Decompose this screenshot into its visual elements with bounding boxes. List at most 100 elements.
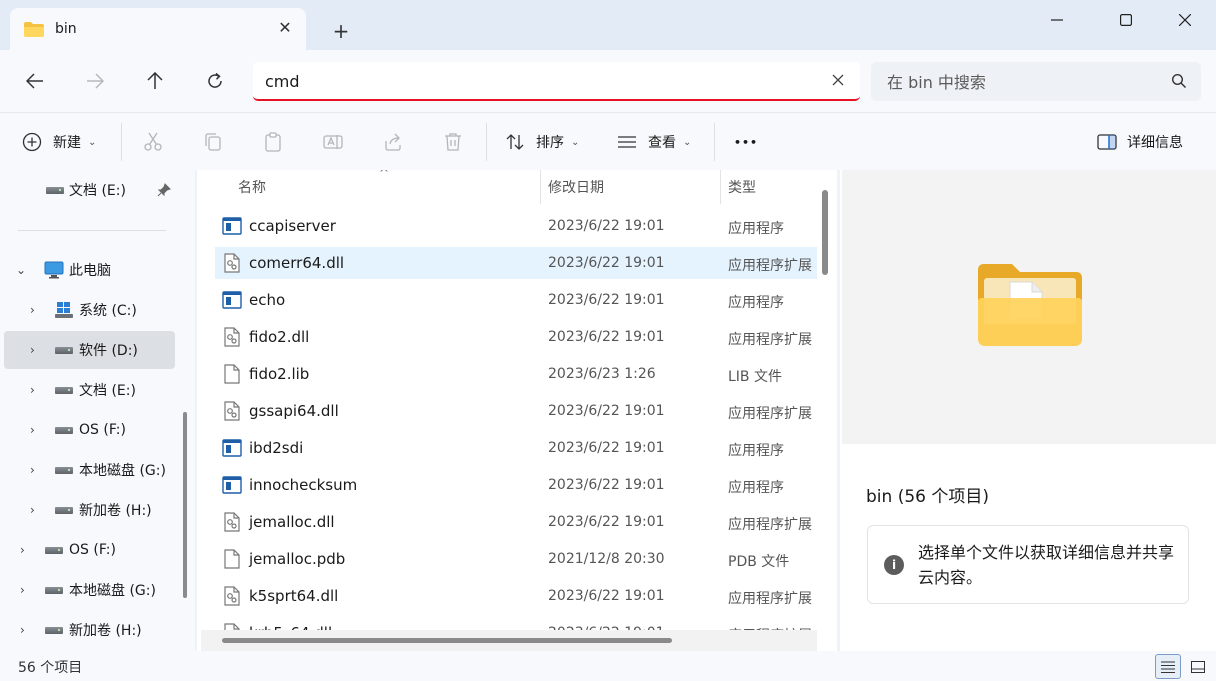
file-date: 2023/6/22 19:01 <box>548 440 665 456</box>
file-row[interactable]: comerr64.dll 2023/6/22 19:01 应用程序扩展 <box>215 247 817 279</box>
more-options-icon[interactable]: ••• <box>734 126 758 158</box>
preview-area <box>842 170 1216 444</box>
file-row[interactable]: innochecksum 2023/6/22 19:01 应用程序 <box>215 469 817 501</box>
nav-item-label: 文档 (E:) <box>79 383 136 399</box>
chevron-right-icon[interactable]: › <box>20 543 25 557</box>
new-button[interactable]: 新建 ⌄ <box>22 126 96 158</box>
minimize-button[interactable] <box>1034 4 1080 36</box>
refresh-button[interactable] <box>199 65 231 97</box>
file-name: ibd2sdi <box>249 439 304 457</box>
file-row[interactable]: ibd2sdi 2023/6/22 19:01 应用程序 <box>215 432 817 464</box>
clipboard-icon <box>265 132 281 152</box>
nav-scrollbar[interactable] <box>183 412 187 598</box>
file-row[interactable]: fido2.dll 2023/6/22 19:01 应用程序扩展 <box>215 321 817 353</box>
nav-item-label: 新加卷 (H:) <box>79 503 152 519</box>
chevron-right-icon[interactable]: › <box>20 583 25 597</box>
file-date: 2023/6/22 19:01 <box>548 255 665 271</box>
file-row[interactable]: jemalloc.pdb 2021/12/8 20:30 PDB 文件 <box>215 543 817 575</box>
file-name: echo <box>249 291 286 309</box>
nav-item-drive-e[interactable]: › 文档 (E:) <box>4 371 175 409</box>
nav-item-this-pc[interactable]: ⌄ 此电脑 <box>4 251 175 289</box>
file-row[interactable]: k5sprt64.dll 2023/6/22 19:01 应用程序扩展 <box>215 580 817 612</box>
file-row[interactable]: ccapiserver 2023/6/22 19:01 应用程序 <box>215 210 817 242</box>
thumbnail-view-button[interactable] <box>1185 654 1211 679</box>
search-box[interactable] <box>871 62 1201 101</box>
nav-item-drive-f[interactable]: › OS (F:) <box>4 411 175 449</box>
address-bar[interactable] <box>253 62 860 101</box>
back-button[interactable] <box>19 65 51 97</box>
new-tab-button[interactable]: + <box>328 18 354 44</box>
file-type: 应用程序扩展 <box>728 517 812 533</box>
file-name: fido2.lib <box>249 365 310 383</box>
chevron-right-icon[interactable]: › <box>20 623 25 637</box>
file-type: 应用程序扩展 <box>728 258 812 274</box>
paste-button[interactable] <box>263 126 283 158</box>
file-name: jemalloc.pdb <box>249 550 346 568</box>
pin-icon[interactable] <box>157 183 171 197</box>
file-row[interactable]: gssapi64.dll 2023/6/22 19:01 应用程序扩展 <box>215 395 817 427</box>
column-divider[interactable] <box>540 170 541 204</box>
sort-icon <box>506 134 524 150</box>
nav-item-drive-g[interactable]: › 本地磁盘 (G:) <box>4 451 175 489</box>
file-row[interactable]: jemalloc.dll 2023/6/22 19:01 应用程序扩展 <box>215 506 817 538</box>
application-icon <box>222 475 242 495</box>
file-date: 2023/6/22 19:01 <box>548 329 665 345</box>
share-button[interactable] <box>383 126 403 158</box>
file-date: 2021/12/8 20:30 <box>548 551 665 567</box>
drive-icon <box>55 426 73 434</box>
nav-divider <box>18 230 166 231</box>
column-header-date[interactable]: 修改日期 <box>548 170 604 204</box>
chevron-right-icon[interactable]: › <box>30 383 35 397</box>
forward-button[interactable] <box>79 65 111 97</box>
nav-item-network-g[interactable]: › 本地磁盘 (G:) <box>4 571 175 609</box>
details-view-button[interactable] <box>1155 654 1181 679</box>
close-button[interactable] <box>1162 4 1208 36</box>
chevron-right-icon[interactable]: › <box>30 463 35 477</box>
divider <box>714 123 715 161</box>
nav-item-drive-h[interactable]: › 新加卷 (H:) <box>4 491 175 529</box>
file-type: LIB 文件 <box>728 369 782 385</box>
maximize-button[interactable] <box>1103 4 1149 36</box>
drive-icon <box>55 346 73 354</box>
nav-item-pinned-documents[interactable]: 文档 (E:) <box>4 171 175 209</box>
chevron-right-icon[interactable]: › <box>30 503 35 517</box>
chevron-right-icon[interactable]: › <box>30 423 35 437</box>
nav-item-network-f[interactable]: › OS (F:) <box>4 531 175 569</box>
details-pane: bin (56 个项目) i 选择单个文件以获取详细信息并共享云内容。 <box>840 170 1216 651</box>
delete-button[interactable] <box>443 126 463 158</box>
column-header-type[interactable]: 类型 <box>728 170 756 204</box>
application-icon <box>222 290 242 310</box>
cut-button[interactable] <box>143 126 163 158</box>
rename-button[interactable] <box>323 126 343 158</box>
file-row[interactable]: fido2.lib 2023/6/23 1:26 LIB 文件 <box>215 358 817 390</box>
column-divider[interactable] <box>720 170 721 204</box>
tab-close-icon[interactable]: ✕ <box>274 17 296 39</box>
chevron-down-icon: ⌄ <box>683 136 692 148</box>
search-input[interactable] <box>887 69 1157 95</box>
nav-item-label: 文档 (E:) <box>69 183 126 199</box>
nav-item-drive-c[interactable]: › 系统 (C:) <box>4 291 175 329</box>
horizontal-scrollbar[interactable] <box>222 638 672 643</box>
nav-item-network-h[interactable]: › 新加卷 (H:) <box>4 611 175 649</box>
view-button[interactable]: 查看 ⌄ <box>617 126 691 158</box>
details-pane-button[interactable]: 详细信息 <box>1097 126 1183 158</box>
tab-title: bin <box>55 21 77 37</box>
clear-icon[interactable] <box>830 72 846 88</box>
tab-bin[interactable]: bin ✕ <box>10 8 306 50</box>
nav-item-drive-d[interactable]: › 软件 (D:) <box>4 331 175 369</box>
chevron-right-icon[interactable]: › <box>30 343 35 357</box>
arrow-left-icon <box>26 73 43 89</box>
file-row[interactable]: echo 2023/6/22 19:01 应用程序 <box>215 284 817 316</box>
chevron-right-icon[interactable]: › <box>30 303 35 317</box>
sort-button[interactable]: 排序 ⌄ <box>505 126 579 158</box>
address-input[interactable] <box>265 68 805 94</box>
title-bar: bin ✕ + <box>0 0 1216 50</box>
copy-button[interactable] <box>203 126 223 158</box>
details-title: bin (56 个项目) <box>866 487 989 507</box>
up-button[interactable] <box>139 65 171 97</box>
column-header-name[interactable]: 名称 <box>238 170 266 204</box>
file-date: 2023/6/22 19:01 <box>548 588 665 604</box>
chevron-expanded-icon[interactable]: ⌄ <box>16 263 26 277</box>
vertical-scrollbar[interactable] <box>822 190 828 275</box>
drive-icon <box>55 506 73 514</box>
